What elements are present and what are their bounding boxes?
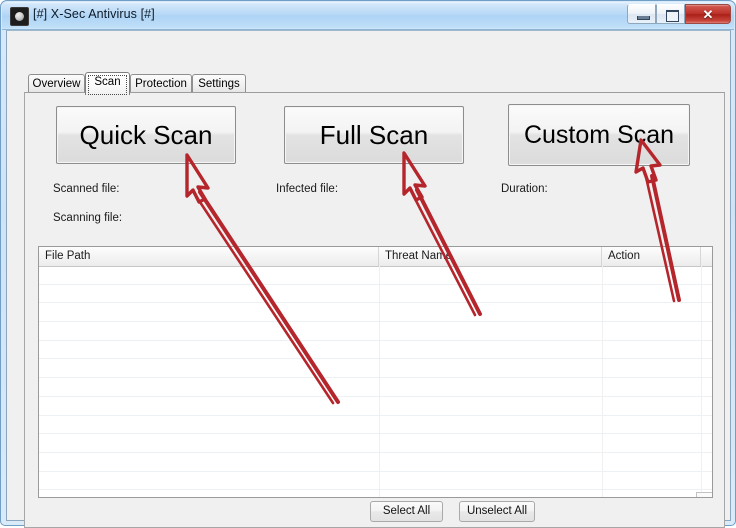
full-scan-button[interactable]: Full Scan bbox=[284, 106, 464, 164]
scanning-file-label: Scanning file: bbox=[53, 212, 123, 224]
tab-settings[interactable]: Settings bbox=[192, 74, 246, 93]
title-bar[interactable]: [#] X-Sec Antivirus [#] ✕ bbox=[2, 2, 734, 30]
table-row[interactable] bbox=[39, 472, 712, 491]
custom-scan-button[interactable]: Custom Scan bbox=[508, 104, 690, 166]
tab-focus-rectangle bbox=[88, 75, 127, 95]
column-header-action[interactable]: Action bbox=[602, 247, 701, 266]
resize-grip[interactable] bbox=[696, 492, 712, 497]
tab-label: Settings bbox=[198, 78, 240, 90]
window-title: [#] X-Sec Antivirus [#] bbox=[33, 7, 155, 21]
table-row[interactable] bbox=[39, 341, 712, 360]
scan-results-table[interactable]: File Path Threat Name Action bbox=[38, 246, 713, 498]
column-header-extra[interactable] bbox=[701, 247, 712, 266]
column-header-file-path[interactable]: File Path bbox=[39, 247, 379, 266]
tab-scan[interactable]: Scan bbox=[85, 72, 130, 95]
window-client-area: Overview Scan Protection Settings Quick … bbox=[6, 30, 731, 528]
minimize-button[interactable] bbox=[627, 4, 656, 24]
close-button[interactable]: ✕ bbox=[685, 4, 731, 24]
table-row[interactable] bbox=[39, 303, 712, 323]
table-row[interactable] bbox=[39, 434, 712, 453]
quick-scan-button[interactable]: Quick Scan bbox=[56, 106, 236, 164]
table-row[interactable] bbox=[39, 397, 712, 416]
close-icon: ✕ bbox=[702, 7, 714, 22]
infected-file-label: Infected file: bbox=[276, 183, 339, 195]
maximize-icon bbox=[666, 10, 679, 22]
table-header-row: File Path Threat Name Action bbox=[39, 247, 712, 267]
table-row[interactable] bbox=[39, 416, 712, 435]
column-header-threat-name[interactable]: Threat Name bbox=[379, 247, 602, 266]
tab-protection[interactable]: Protection bbox=[130, 74, 192, 93]
maximize-button[interactable] bbox=[656, 4, 685, 24]
table-row[interactable] bbox=[39, 322, 712, 341]
scanned-file-label: Scanned file: bbox=[53, 183, 120, 195]
unselect-all-button[interactable]: Unselect All bbox=[459, 501, 535, 522]
table-row[interactable] bbox=[39, 359, 712, 379]
tab-label: Overview bbox=[32, 78, 81, 90]
table-row[interactable] bbox=[39, 285, 712, 304]
minimize-icon bbox=[637, 16, 650, 20]
table-body bbox=[39, 266, 712, 497]
tab-overview[interactable]: Overview bbox=[28, 74, 85, 93]
app-shield-icon bbox=[10, 7, 29, 26]
application-window: [#] X-Sec Antivirus [#] ✕ Overview Scan … bbox=[0, 0, 736, 528]
table-row[interactable] bbox=[39, 378, 712, 397]
table-row[interactable] bbox=[39, 453, 712, 472]
tab-label: Protection bbox=[135, 78, 187, 90]
table-row[interactable] bbox=[39, 266, 712, 285]
select-all-button[interactable]: Select All bbox=[370, 501, 443, 522]
duration-label: Duration: bbox=[501, 183, 548, 195]
